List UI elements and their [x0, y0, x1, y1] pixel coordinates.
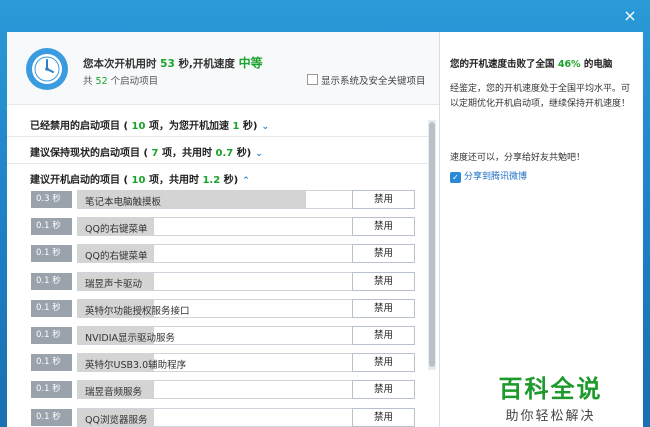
disable-button[interactable]: 禁用	[352, 353, 415, 373]
disable-button[interactable]: 禁用	[352, 380, 415, 400]
startup-time-badge: 0.1 秒	[31, 299, 72, 317]
startup-time-badge: 0.3 秒	[31, 191, 72, 208]
chevron-up-icon[interactable]: ⌃	[242, 176, 250, 186]
chevron-down-icon[interactable]: ⌄	[255, 149, 263, 159]
disable-button[interactable]: 禁用	[352, 244, 415, 264]
startup-time-badge: 0.1 秒	[31, 408, 72, 426]
startup-list-panel: 您本次开机用时 53 秒,开机速度 中等 共 52 个启动项目 显示系统及安全关…	[7, 32, 439, 427]
startup-window: 您本次开机用时 53 秒,开机速度 中等 共 52 个启动项目 显示系统及安全关…	[7, 32, 643, 427]
show-system-items-checkbox[interactable]: 显示系统及安全关键项目	[307, 73, 426, 87]
startup-item-row: 0.1 秒 QQ浏览器服务 禁用	[31, 407, 423, 427]
boot-time-summary: 您本次开机用时 53 秒,开机速度 中等	[83, 56, 263, 70]
startup-count: 共 52 个启动项目	[83, 76, 159, 87]
startup-item-row: 0.1 秒 QQ的右键菜单 禁用	[31, 217, 423, 237]
startup-time-bar: 英特尔功能授权服务接口	[77, 298, 361, 318]
startup-item-row: 0.1 秒 英特尔USB3.0辅助程序 禁用	[31, 353, 423, 373]
startup-time-bar: QQ的右键菜单	[77, 244, 361, 264]
disable-button[interactable]: 禁用	[352, 271, 415, 291]
startup-item-name: QQ浏览器服务	[85, 414, 148, 426]
startup-item-row: 0.3 秒 笔记本电脑触摸板 禁用	[31, 190, 423, 210]
startup-time-bar: 笔记本电脑触摸板	[77, 190, 361, 209]
startup-item-name: 笔记本电脑触摸板	[85, 197, 162, 208]
clock-icon	[26, 48, 68, 90]
startup-time-badge: 0.1 秒	[31, 245, 72, 263]
section-keep-items[interactable]: 建议保持现状的启动项目 ( 7 项，共用时 0.7 秒) ⌄	[7, 136, 435, 164]
section-disabled-items[interactable]: 已经禁用的启动项目 ( 10 项，为您开机加速 1 秒) ⌄	[7, 109, 435, 137]
startup-time-bar: NVIDIA显示驱动服务	[77, 326, 361, 345]
summary-header: 您本次开机用时 53 秒,开机速度 中等 共 52 个启动项目 显示系统及安全关…	[7, 32, 439, 105]
startup-item-name: NVIDIA显示驱动服务	[85, 333, 176, 344]
startup-time-bar: 瑞昱声卡驱动	[77, 271, 361, 291]
startup-time-bar: QQ浏览器服务	[77, 407, 361, 427]
startup-time-bar: 瑞昱音频服务	[77, 380, 361, 400]
close-icon[interactable]: ×	[620, 6, 640, 26]
disable-button[interactable]: 禁用	[352, 298, 415, 318]
speed-rating: 中等	[238, 56, 263, 70]
startup-item-name: QQ的右键菜单	[85, 224, 148, 236]
startup-item-name: 瑞昱声卡驱动	[85, 278, 143, 290]
startup-time-badge: 0.1 秒	[31, 381, 72, 399]
startup-time-badge: 0.1 秒	[31, 354, 72, 372]
scrollbar[interactable]	[428, 120, 436, 370]
disable-button[interactable]: 禁用	[352, 190, 415, 209]
startup-item-name: 英特尔功能授权服务接口	[85, 305, 190, 317]
disable-button[interactable]: 禁用	[352, 326, 415, 345]
share-prompt: 速度还可以，分享给好友共勉吧！	[450, 153, 586, 163]
chevron-down-icon[interactable]: ⌄	[261, 122, 269, 132]
startup-item-row: 0.1 秒 英特尔功能授权服务接口 禁用	[31, 298, 423, 319]
startup-item-name: 瑞昱音频服务	[85, 387, 143, 399]
disable-button[interactable]: 禁用	[352, 407, 415, 427]
startup-item-row: 0.1 秒 QQ的右键菜单 禁用	[31, 244, 423, 264]
weibo-icon: ✓	[450, 172, 461, 183]
beat-percentage-title: 您的开机速度击败了全国 46% 的电脑	[450, 59, 613, 70]
startup-item-row: 0.1 秒 瑞昱声卡驱动 禁用	[31, 271, 423, 292]
startup-item-name: QQ的右键菜单	[85, 251, 148, 263]
scrollbar-thumb[interactable]	[429, 122, 435, 367]
checkbox-box[interactable]	[307, 74, 318, 85]
startup-item-row: 0.1 秒 瑞昱音频服务 禁用	[31, 380, 423, 400]
disable-button[interactable]: 禁用	[352, 217, 415, 237]
startup-time-badge: 0.1 秒	[31, 218, 72, 236]
startup-time-badge: 0.1 秒	[31, 272, 72, 290]
title-bar: ×	[0, 0, 650, 34]
startup-time-bar: QQ的右键菜单	[77, 217, 361, 237]
startup-time-badge: 0.1 秒	[31, 327, 72, 344]
startup-item-row: 0.1 秒 NVIDIA显示驱动服务 禁用	[31, 326, 423, 346]
result-description: 经鉴定，您的开机速度处于全国平均水平。可以定期优化开机启动项，继续保持开机速度！	[450, 84, 631, 109]
section-recommended-items[interactable]: 建议开机启动的项目 ( 10 项，共用时 1.2 秒) ⌃	[7, 163, 435, 190]
startup-time-bar: 英特尔USB3.0辅助程序	[77, 353, 361, 373]
startup-item-name: 英特尔USB3.0辅助程序	[85, 360, 187, 372]
share-weibo-link[interactable]: ✓ 分享到腾讯微博	[450, 169, 527, 183]
beat-percentage: 46%	[557, 59, 581, 70]
watermark: 百科全说 助你轻松解决	[469, 355, 632, 427]
boot-seconds: 53	[160, 58, 175, 70]
